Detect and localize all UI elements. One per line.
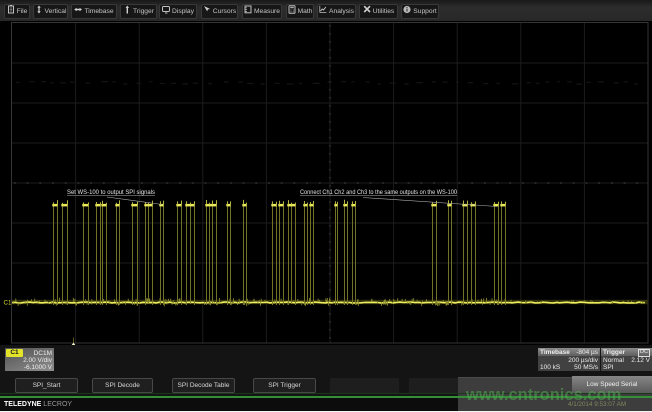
svg-text:Connect Ch1 Ch2 and Ch3 to the: Connect Ch1 Ch2 and Ch3 to the same outp… (300, 189, 457, 196)
svg-text:Set WS-100 to output SPI signa: Set WS-100 to output SPI signals (67, 189, 155, 196)
svg-text:C1: C1 (4, 300, 12, 307)
